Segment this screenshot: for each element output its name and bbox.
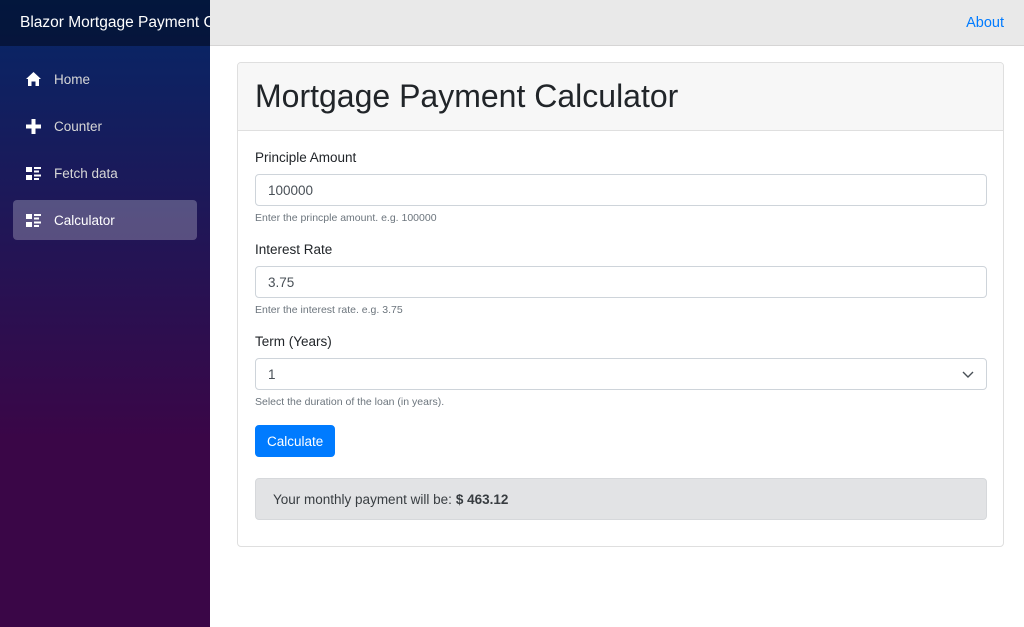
- sidebar-item-label: Counter: [54, 118, 103, 134]
- about-link[interactable]: About: [966, 15, 1004, 31]
- sidebar-item-label: Home: [54, 71, 91, 87]
- result-amount: $ 463.12: [455, 491, 509, 507]
- brand-title[interactable]: Blazor Mortgage Payment Calculator: [20, 14, 210, 32]
- principal-label: Principle Amount: [255, 150, 357, 165]
- interest-input[interactable]: 3.75: [255, 266, 987, 298]
- nav-menu: Home Counter Fetch data Calculator: [0, 46, 210, 240]
- interest-label: Interest Rate: [255, 242, 333, 257]
- principal-input[interactable]: 100000: [255, 174, 987, 206]
- interest-help: Enter the interest rate. e.g. 3.75: [255, 304, 403, 316]
- calculate-button[interactable]: Calculate: [255, 425, 336, 457]
- principal-help: Enter the princple amount. e.g. 100000: [255, 212, 437, 224]
- sidebar-item-home[interactable]: Home: [13, 59, 197, 99]
- card-header: Mortgage Payment Calculator: [238, 63, 1003, 131]
- term-select[interactable]: 1: [255, 358, 987, 390]
- list-rich-icon: [25, 165, 41, 181]
- card-body: Principle Amount 100000 Enter the princp…: [238, 131, 1003, 520]
- principal-value: 100000: [268, 182, 314, 198]
- term-selected-value: 1: [268, 366, 276, 382]
- chevron-down-icon: [962, 367, 974, 382]
- sidebar-item-label: Fetch data: [54, 165, 118, 181]
- calculator-card: Mortgage Payment Calculator Principle Am…: [237, 62, 1004, 547]
- sidebar-item-fetch-data[interactable]: Fetch data: [13, 153, 197, 193]
- brand-bar: Blazor Mortgage Payment Calculator: [0, 0, 210, 46]
- result-prefix: Your monthly payment will be:: [273, 491, 452, 507]
- result-alert: Your monthly payment will be: $ 463.12: [255, 478, 987, 520]
- interest-group: Interest Rate 3.75 Enter the interest ra…: [255, 242, 987, 317]
- list-rich-icon: [25, 212, 41, 228]
- plus-icon: [25, 118, 41, 134]
- term-label: Term (Years): [255, 334, 332, 349]
- page-title: Mortgage Payment Calculator: [255, 78, 679, 114]
- principal-group: Principle Amount 100000 Enter the princp…: [255, 150, 987, 225]
- sidebar-item-counter[interactable]: Counter: [13, 106, 197, 146]
- term-help: Select the duration of the loan (in year…: [255, 396, 445, 408]
- sidebar-item-calculator[interactable]: Calculator: [13, 200, 197, 240]
- term-group: Term (Years) 1 Select the duration of th…: [255, 334, 987, 409]
- sidebar: Blazor Mortgage Payment Calculator Home …: [0, 0, 210, 627]
- interest-value: 3.75: [268, 274, 295, 290]
- top-bar: About: [210, 0, 1024, 46]
- sidebar-item-label: Calculator: [54, 212, 115, 228]
- home-icon: [25, 71, 41, 87]
